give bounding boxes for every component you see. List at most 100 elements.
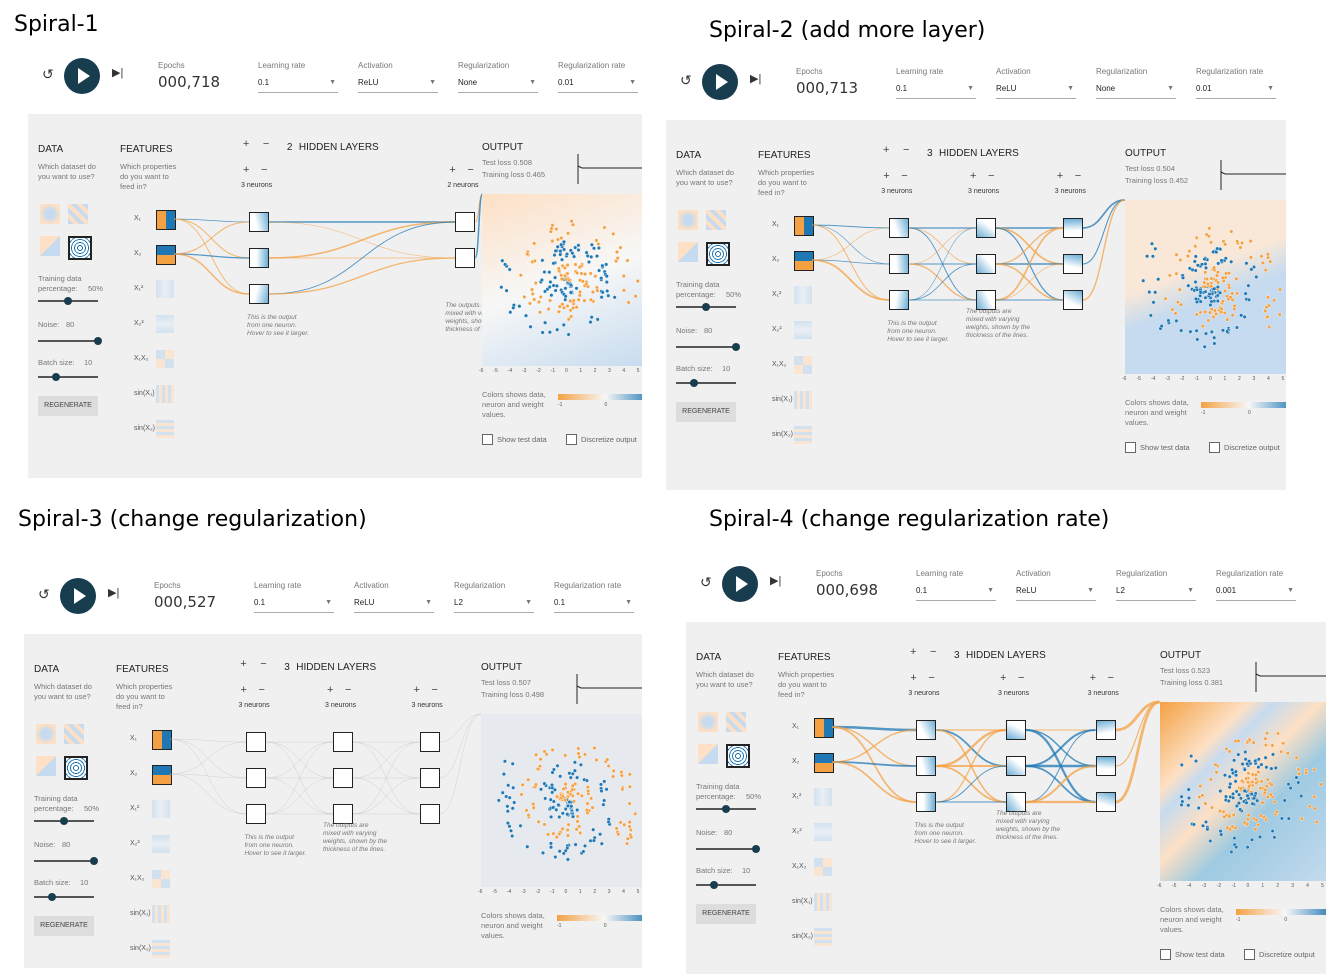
regularization-dropdown[interactable]: L2 ▼ (454, 598, 534, 613)
discretize-checkbox[interactable] (566, 434, 577, 445)
neuron-node[interactable] (916, 720, 937, 740)
play-button[interactable] (722, 566, 758, 602)
neuron-node[interactable] (889, 290, 910, 310)
weight-link[interactable] (831, 761, 917, 803)
neuron-node[interactable] (1006, 756, 1026, 776)
weight-link[interactable] (439, 713, 482, 815)
show-test-checkbox[interactable] (1160, 949, 1171, 960)
neuron-node[interactable] (455, 248, 476, 268)
neuron-node[interactable] (1006, 720, 1026, 740)
weight-link[interactable] (169, 741, 247, 775)
step-icon[interactable]: ▶| (108, 586, 119, 599)
neuron-node[interactable] (419, 732, 440, 752)
learning-rate-dropdown[interactable]: 0.1 ▼ (916, 586, 996, 601)
neuron-node[interactable] (916, 756, 937, 776)
weight-link[interactable] (169, 773, 247, 779)
add-neuron-icon[interactable]: + (883, 170, 889, 182)
weight-link[interactable] (266, 777, 334, 815)
neuron-node[interactable] (333, 804, 353, 824)
weight-link[interactable] (352, 777, 420, 815)
remove-neuron-icon[interactable]: − (258, 684, 264, 696)
play-button[interactable] (64, 58, 100, 94)
step-icon[interactable]: ▶| (770, 574, 781, 587)
weight-link[interactable] (909, 227, 977, 265)
weight-link[interactable] (173, 253, 250, 295)
add-neuron-icon[interactable]: + (327, 684, 333, 696)
learning-rate-dropdown[interactable]: 0.1 ▼ (258, 78, 338, 93)
neuron-node[interactable] (249, 248, 270, 268)
remove-neuron-icon[interactable]: − (988, 170, 994, 182)
remove-neuron-icon[interactable]: − (1075, 170, 1081, 182)
regularization-rate-dropdown[interactable]: 0.1 ▼ (554, 598, 634, 613)
neuron-node[interactable] (976, 290, 996, 310)
neuron-node[interactable] (419, 804, 440, 824)
activation-dropdown[interactable]: ReLU ▼ (354, 598, 434, 613)
reset-icon[interactable]: ↺ (42, 66, 54, 83)
regularization-dropdown[interactable]: L2 ▼ (1116, 586, 1196, 601)
weight-link[interactable] (173, 221, 250, 255)
neuron-node[interactable] (1062, 218, 1083, 238)
regularization-rate-dropdown[interactable]: 0.01 ▼ (1196, 84, 1276, 99)
weight-link[interactable] (936, 728, 1007, 768)
weight-link[interactable] (811, 259, 890, 301)
add-neuron-icon[interactable]: + (1000, 672, 1006, 684)
weight-link[interactable] (811, 227, 890, 261)
output-plot[interactable] (482, 194, 642, 366)
show-test-checkbox[interactable] (482, 434, 493, 445)
add-neuron-icon[interactable]: + (240, 684, 246, 696)
step-icon[interactable]: ▶| (112, 66, 123, 79)
discretize-checkbox[interactable] (1244, 949, 1255, 960)
neuron-node[interactable] (1006, 792, 1026, 812)
step-icon[interactable]: ▶| (750, 72, 761, 85)
add-neuron-icon[interactable]: + (414, 684, 420, 696)
activation-dropdown[interactable]: ReLU ▼ (996, 84, 1076, 99)
neuron-node[interactable] (1095, 720, 1116, 740)
weight-link[interactable] (995, 263, 1063, 301)
add-neuron-icon[interactable]: + (1090, 672, 1096, 684)
neuron-node[interactable] (1095, 756, 1116, 776)
neuron-node[interactable] (249, 284, 270, 304)
regularization-rate-dropdown[interactable]: 0.001 ▼ (1216, 586, 1296, 601)
show-test-checkbox[interactable] (1125, 442, 1136, 453)
neuron-node[interactable] (419, 768, 440, 788)
weight-link[interactable] (831, 729, 917, 763)
neuron-node[interactable] (976, 254, 996, 274)
neuron-node[interactable] (333, 768, 353, 788)
learning-rate-dropdown[interactable]: 0.1 ▼ (896, 84, 976, 99)
remove-neuron-icon[interactable]: − (1018, 672, 1024, 684)
regularization-dropdown[interactable]: None ▼ (458, 78, 538, 93)
neuron-node[interactable] (1062, 254, 1083, 274)
remove-neuron-icon[interactable]: − (467, 164, 473, 176)
weight-link[interactable] (936, 765, 1007, 803)
add-neuron-icon[interactable]: + (910, 672, 916, 684)
regularization-dropdown[interactable]: None ▼ (1096, 84, 1176, 99)
neuron-node[interactable] (246, 768, 267, 788)
neuron-node[interactable] (889, 254, 910, 274)
weight-link[interactable] (1025, 764, 1096, 804)
weight-link[interactable] (439, 713, 482, 779)
remove-neuron-icon[interactable]: − (928, 672, 934, 684)
play-button[interactable] (60, 578, 96, 614)
play-button[interactable] (702, 64, 738, 100)
regularization-rate-dropdown[interactable]: 0.01 ▼ (558, 78, 638, 93)
add-neuron-icon[interactable]: + (243, 164, 249, 176)
neuron-node[interactable] (333, 732, 353, 752)
activation-dropdown[interactable]: ReLU ▼ (1016, 586, 1096, 601)
weight-link[interactable] (1025, 728, 1096, 768)
output-plot[interactable] (1125, 200, 1286, 374)
weight-link[interactable] (169, 773, 247, 815)
discretize-checkbox[interactable] (1209, 442, 1220, 453)
reset-icon[interactable]: ↺ (38, 586, 50, 603)
neuron-node[interactable] (249, 212, 270, 232)
neuron-node[interactable] (916, 792, 937, 812)
weight-link[interactable] (269, 257, 456, 295)
weight-link[interactable] (909, 263, 977, 301)
reset-icon[interactable]: ↺ (700, 574, 712, 591)
neuron-node[interactable] (246, 804, 267, 824)
add-neuron-icon[interactable]: + (970, 170, 976, 182)
weight-link[interactable] (169, 738, 247, 779)
neuron-node[interactable] (889, 218, 910, 238)
remove-neuron-icon[interactable]: − (432, 684, 438, 696)
weight-link[interactable] (811, 224, 890, 265)
remove-neuron-icon[interactable]: − (901, 170, 907, 182)
